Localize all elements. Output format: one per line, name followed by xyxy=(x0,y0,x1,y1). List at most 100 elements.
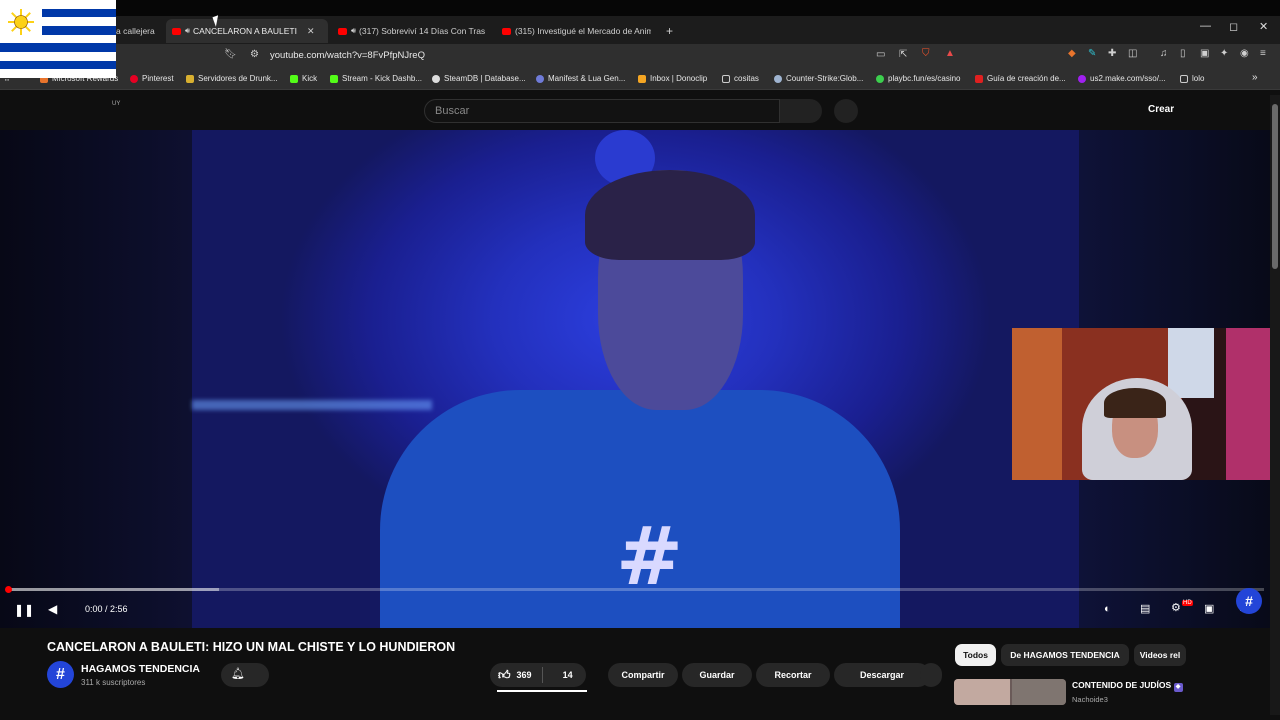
puzzle-icon[interactable]: ✚ xyxy=(1108,48,1116,59)
channel-watermark[interactable]: # xyxy=(1236,588,1262,614)
extension-icon[interactable]: ◆ xyxy=(1068,48,1076,59)
bookmark-favicon-icon xyxy=(330,74,338,83)
bookmark-item[interactable]: Inbox | Donoclip xyxy=(638,74,707,83)
bookmark-item[interactable]: Stream - Kick Dashb... xyxy=(330,74,422,83)
bookmark-item[interactable]: Kick xyxy=(290,74,317,83)
music-icon[interactable]: ♫ xyxy=(1160,48,1168,59)
brave-shield-icon[interactable]: ⛉ xyxy=(922,48,930,59)
pause-icon[interactable]: ❚❚ xyxy=(14,603,34,617)
cast-icon[interactable]: ▭ xyxy=(876,49,885,60)
extension-icon[interactable]: ◫ xyxy=(1128,48,1137,59)
youtube-favicon-icon xyxy=(338,27,347,35)
search-placeholder: Buscar xyxy=(435,105,470,117)
leo-icon[interactable]: ✦ xyxy=(1220,48,1228,59)
bookmark-item[interactable]: Servidores de Drunk... xyxy=(186,74,278,83)
more-bookmarks-icon[interactable]: » xyxy=(1252,72,1258,83)
bookmark-icon[interactable]: 🔖︎ xyxy=(224,49,237,60)
search-button[interactable] xyxy=(780,99,822,123)
search-input[interactable]: Buscar xyxy=(424,99,780,123)
recommendation-title[interactable]: CONTENIDO DE JUDÍOS ◆ xyxy=(1072,680,1183,692)
rewards-icon[interactable]: ▲ xyxy=(945,48,955,59)
viewer-hair xyxy=(1104,388,1166,418)
bookmark-favicon-icon xyxy=(536,74,544,83)
tab-sobrevivi[interactable]: 🔊︎ (317) Sobreviví 14 Días Con Tras xyxy=(332,19,492,43)
verified-icon: ◆ xyxy=(1173,683,1183,692)
close-tab-icon[interactable]: ✕ xyxy=(307,26,315,37)
bookmark-favicon-icon xyxy=(774,74,782,83)
bookmarks-bar: ⠿ Microsoft Rewards Pinterest Servidores… xyxy=(0,68,1280,90)
bookmark-favicon-icon xyxy=(290,74,298,83)
dislike-count[interactable]: 14 xyxy=(563,670,573,680)
bookmark-favicon-icon xyxy=(975,74,983,83)
bell-icon: 🔔︎ xyxy=(231,668,245,680)
extension-icon[interactable]: ✎ xyxy=(1088,48,1096,59)
chip-all[interactable]: Todos xyxy=(955,644,996,666)
new-tab-button[interactable]: + xyxy=(660,19,680,43)
youtube-favicon-icon xyxy=(172,27,181,35)
bookmark-folder[interactable]: cositas xyxy=(722,74,759,83)
bookmark-item[interactable]: Counter-Strike:Glob... xyxy=(774,74,863,83)
sun-of-may-icon xyxy=(8,9,34,35)
chip-from-channel[interactable]: De HAGAMOS TENDENCIA xyxy=(1001,644,1129,666)
bookmark-favicon-icon xyxy=(130,74,138,83)
notification-bell-button[interactable]: 🔔︎ xyxy=(221,663,269,687)
bookmark-favicon-icon xyxy=(432,74,440,83)
sidebar-icon[interactable]: ▯ xyxy=(1180,48,1186,59)
like-icon[interactable]: 👍︎ xyxy=(498,668,511,683)
bookmark-favicon-icon xyxy=(186,74,194,83)
youtube-header: UY Buscar Crear xyxy=(0,91,1280,130)
recommendation-thumbnail[interactable] xyxy=(954,679,1066,705)
more-actions-button[interactable] xyxy=(920,663,942,687)
share-button[interactable]: Compartir xyxy=(608,663,678,687)
minimize-icon[interactable]: — xyxy=(1200,20,1211,32)
bookmark-favicon-icon xyxy=(638,74,646,83)
voice-search-button[interactable] xyxy=(834,99,858,123)
close-window-icon[interactable]: ✕ xyxy=(1259,20,1268,33)
autoplay-toggle[interactable]: ◐ xyxy=(1104,603,1111,615)
create-button[interactable]: Crear xyxy=(1148,104,1174,115)
bookmark-item[interactable]: Guía de creación de... xyxy=(975,74,1066,83)
channel-name[interactable]: HAGAMOS TENDENCIA xyxy=(81,663,200,675)
channel-avatar[interactable]: # xyxy=(47,661,74,688)
download-button[interactable]: Descargar xyxy=(834,663,930,687)
subtitles-icon[interactable]: ▤ xyxy=(1140,602,1150,615)
uruguay-flag-overlay xyxy=(0,0,116,78)
tab-label: (317) Sobreviví 14 Días Con Tras xyxy=(359,26,486,36)
recommendation-channel[interactable]: Nachoide3 xyxy=(1072,695,1108,704)
hd-badge: HD xyxy=(1182,600,1193,606)
miniplayer-icon[interactable]: ▣ xyxy=(1204,602,1214,615)
menu-icon[interactable]: ≡ xyxy=(1260,48,1266,59)
maximize-icon[interactable]: ◻ xyxy=(1229,20,1238,33)
like-count[interactable]: 369 xyxy=(517,670,532,680)
divider xyxy=(541,667,543,683)
bookmark-favicon-icon xyxy=(1078,74,1086,83)
volume-icon[interactable]: ◀︎ xyxy=(48,602,57,616)
wallet-icon[interactable]: ▣ xyxy=(1200,48,1209,59)
clip-button[interactable]: Recortar xyxy=(756,663,830,687)
bookmark-item[interactable]: Pinterest xyxy=(130,74,174,83)
bookmark-folder[interactable]: lolo xyxy=(1180,74,1204,83)
bookmark-item[interactable]: SteamDB | Database... xyxy=(432,74,526,83)
tab-active-video[interactable]: 🔊︎ CANCELARON A BAULETI: HI ✕ xyxy=(166,19,328,43)
tab-label: a callejera xyxy=(116,26,155,36)
youtube-favicon-icon xyxy=(502,27,511,35)
tab-callejera[interactable]: a callejera xyxy=(110,19,160,43)
settings-icon[interactable]: ⚙︎ xyxy=(1171,601,1181,614)
share-icon[interactable]: ⇱ xyxy=(899,49,907,60)
vpn-icon[interactable]: ◉ xyxy=(1240,48,1249,59)
tab-investigue[interactable]: (315) Investigué el Mercado de Anim xyxy=(496,19,651,43)
bookmark-item[interactable]: Manifest & Lua Gen... xyxy=(536,74,625,83)
site-settings-icon[interactable]: ⚙︎ xyxy=(250,49,259,60)
url-field[interactable]: youtube.com/watch?v=8FvPfpNJreQ xyxy=(270,50,425,61)
bookmark-item[interactable]: playbc.fun/es/casino xyxy=(876,74,961,83)
video-title: CANCELARON A BAULETI: HIZO UN MAL CHISTE… xyxy=(47,640,456,654)
speaker-icon: 🔊︎ xyxy=(185,26,191,35)
scrubber-handle[interactable] xyxy=(5,586,12,593)
save-button[interactable]: Guardar xyxy=(682,663,752,687)
buffered-bar xyxy=(8,588,219,591)
chip-related[interactable]: Videos rel xyxy=(1134,644,1186,666)
video-letterbox-left xyxy=(0,130,192,628)
scrollbar-thumb[interactable] xyxy=(1272,104,1278,269)
bookmark-item[interactable]: us2.make.com/sso/... xyxy=(1078,74,1166,83)
country-code: UY xyxy=(112,101,121,107)
